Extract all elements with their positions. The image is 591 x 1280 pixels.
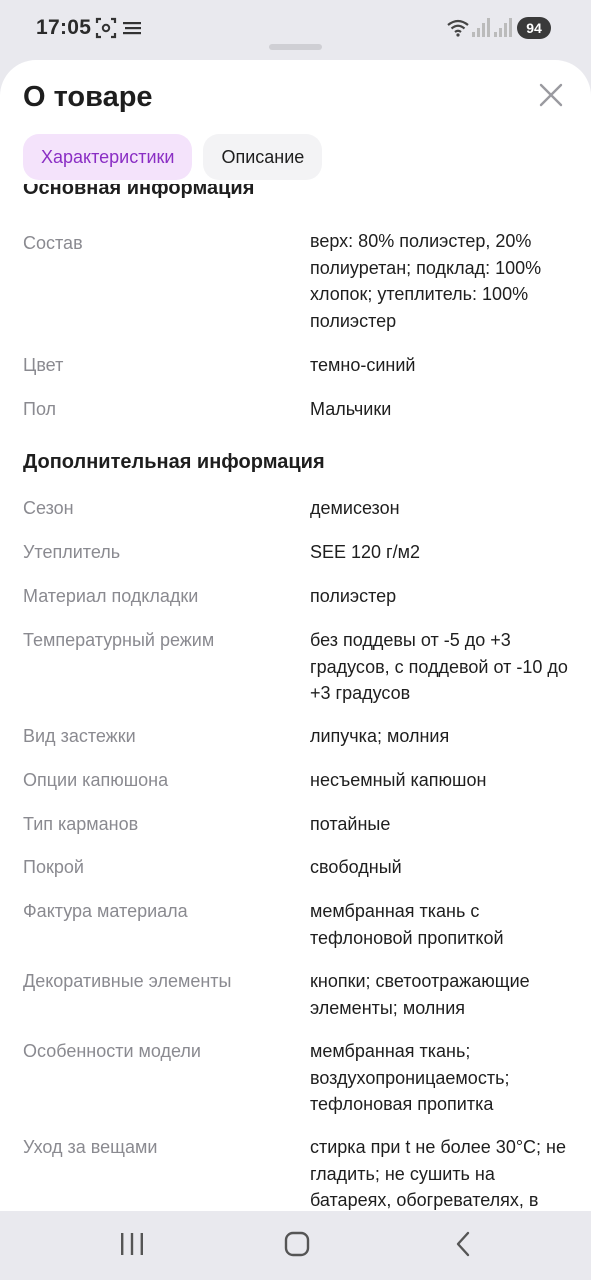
spec-value: стирка при t не более 30°C; не гладить; … <box>310 1137 566 1210</box>
spec-label: Цвет <box>23 355 64 375</box>
notification-lines-icon <box>123 21 143 40</box>
spec-value: полиэстер <box>310 586 397 606</box>
spec-value: SEE 120 г/м2 <box>310 542 421 562</box>
tab-description[interactable]: Описание <box>203 134 323 180</box>
spec-label: Состав <box>23 233 83 253</box>
wifi-icon <box>447 19 469 42</box>
tab-characteristics[interactable]: Характеристики <box>23 134 193 180</box>
recent-apps-button[interactable] <box>112 1231 152 1261</box>
back-icon <box>454 1231 472 1262</box>
spec-label: Материал подкладки <box>23 586 199 606</box>
spec-value: мембранная ткань с тефлоновой пропиткой <box>310 901 504 948</box>
home-button[interactable] <box>277 1231 317 1261</box>
spec-value: потайные <box>310 814 391 834</box>
spec-label: Утеплитель <box>23 542 121 562</box>
product-info-sheet: О товаре Характеристики Описание Основна… <box>0 60 591 1211</box>
spec-value: кнопки; светоотражающие элементы; молния <box>310 971 530 1018</box>
spec-value: темно-синий <box>310 355 416 375</box>
signal-icon <box>472 18 490 43</box>
recent-apps-icon <box>119 1232 145 1261</box>
spec-value: Мальчики <box>310 399 392 419</box>
screenshot-icon <box>95 17 117 44</box>
spec-value: демисезон <box>310 498 400 518</box>
close-button[interactable] <box>532 78 570 116</box>
spec-value: свободный <box>310 857 402 877</box>
screen: 17:05 94 О товаре Характеристики Описани… <box>0 0 591 1280</box>
spec-value: липучка; молния <box>310 726 450 746</box>
spec-label: Покрой <box>23 857 84 877</box>
spec-label: Декоративные элементы <box>23 971 232 991</box>
section-title-extra: Дополнительная информация <box>23 451 325 473</box>
spec-label: Опции капюшона <box>23 770 169 790</box>
back-button[interactable] <box>443 1231 483 1261</box>
spec-label: Вид застежки <box>23 726 136 746</box>
spec-label: Тип карманов <box>23 814 139 834</box>
close-icon <box>539 83 563 112</box>
spec-label: Сезон <box>23 498 74 518</box>
sheet-title: О товаре <box>23 81 153 113</box>
home-icon <box>284 1231 310 1262</box>
characteristics-list[interactable]: Основная информация Состав верх: 80% пол… <box>0 184 591 1211</box>
spec-label: Уход за вещами <box>23 1137 158 1157</box>
spec-value: несъемный капюшон <box>310 770 487 790</box>
system-navigation-bar <box>0 1211 591 1280</box>
spec-label: Пол <box>23 399 57 419</box>
status-time: 17:05 <box>36 16 92 39</box>
spec-value: мембранная ткань; воздухопроницаемость; … <box>310 1041 510 1114</box>
tabs: Характеристики Описание <box>23 134 323 180</box>
spec-value: без поддевы от -5 до +3 градусов, с подд… <box>310 630 568 703</box>
spec-value: верх: 80% полиэстер, 20% полиуретан; под… <box>310 231 542 331</box>
section-title-basic: Основная информация <box>23 184 255 199</box>
spec-label: Температурный режим <box>23 630 215 650</box>
signal-icon <box>494 18 512 43</box>
spec-label: Особенности модели <box>23 1041 201 1061</box>
spec-label: Фактура материала <box>23 901 188 921</box>
battery-level: 94 <box>517 17 551 39</box>
sheet-drag-handle[interactable] <box>269 44 322 50</box>
